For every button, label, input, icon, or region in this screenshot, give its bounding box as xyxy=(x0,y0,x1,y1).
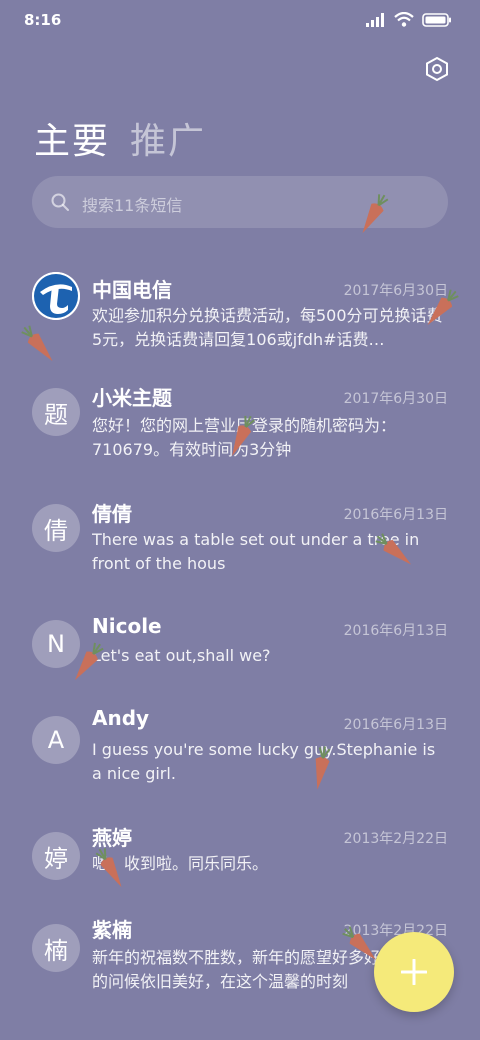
tab-primary[interactable]: 主要 xyxy=(34,112,110,164)
message-date: 2016年6月13日 xyxy=(343,623,448,639)
wifi-icon xyxy=(394,12,414,27)
message-date: 2013年2月22日 xyxy=(343,831,448,847)
china-telecom-logo-icon xyxy=(32,272,80,320)
message-row[interactable]: 婷 燕婷 2013年2月22日 嗯。收到啦。同乐同乐。 xyxy=(0,826,480,920)
signal-icon xyxy=(366,12,384,27)
avatar: 楠 xyxy=(32,924,80,972)
search-icon xyxy=(51,193,69,211)
message-date: 2016年6月13日 xyxy=(343,717,448,733)
new-message-button[interactable] xyxy=(374,932,454,1012)
sender-name: 紫楠 xyxy=(92,918,132,942)
status-icons xyxy=(366,12,452,27)
message-preview: Let's eat out,shall we? xyxy=(92,646,271,665)
plus-icon xyxy=(401,959,427,985)
message-date: 2016年6月13日 xyxy=(343,507,448,523)
avatar: A xyxy=(32,716,80,764)
avatar: 题 xyxy=(32,388,80,436)
message-row[interactable]: 中国电信 2017年6月30日 欢迎参加积分兑换话费活动，每500分可兑换话费5… xyxy=(0,262,480,372)
message-preview: 欢迎参加积分兑换话费活动，每500分可兑换话费5元，兑换话费请回复106或jfd… xyxy=(92,306,443,349)
avatar xyxy=(32,272,80,320)
message-preview: 嗯。收到啦。同乐同乐。 xyxy=(92,854,269,873)
sender-name: 小米主题 xyxy=(92,386,172,410)
status-bar: 8:16 xyxy=(0,0,480,40)
tab-bar: 主要 推广 xyxy=(34,112,206,164)
settings-button[interactable] xyxy=(424,56,450,82)
battery-icon xyxy=(422,12,451,27)
tab-promotions[interactable]: 推广 xyxy=(130,112,206,164)
status-time: 8:16 xyxy=(24,11,62,29)
message-date: 2017年6月30日 xyxy=(343,391,448,407)
sender-name: 中国电信 xyxy=(92,278,172,302)
sender-name: Nicole xyxy=(92,614,162,638)
message-preview: I guess you're some lucky guy.Stephanie … xyxy=(92,740,436,783)
message-preview: 您好！您的网上营业厅登录的随机密码为：710679。有效时间为3分钟 xyxy=(92,416,397,459)
avatar: 倩 xyxy=(32,504,80,552)
sender-name: 倩倩 xyxy=(92,502,132,526)
sender-name: Andy xyxy=(92,706,150,730)
settings-hexagon-icon xyxy=(426,56,448,82)
search-placeholder: 搜索11条短信 xyxy=(82,196,183,215)
message-row[interactable]: A Andy 2016年6月13日 I guess you're some lu… xyxy=(0,706,480,814)
avatar: 婷 xyxy=(32,832,80,880)
